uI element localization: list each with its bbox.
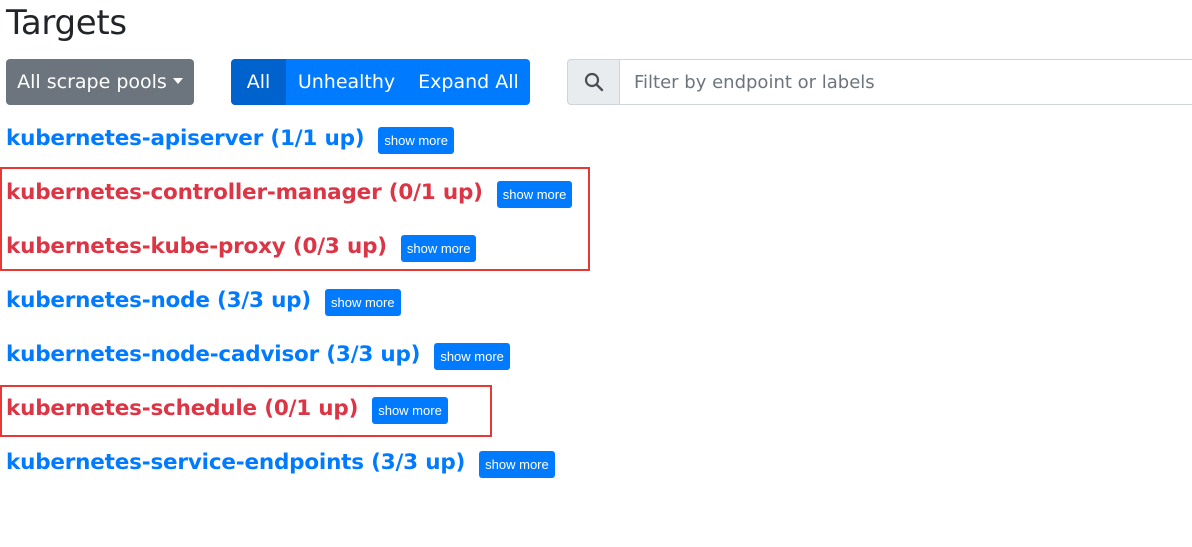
pool-row-node: kubernetes-node (3/3 up) show more — [6, 285, 401, 316]
scrape-pools-dropdown-label: All scrape pools — [17, 71, 167, 93]
caret-down-icon — [172, 78, 183, 84]
pool-name[interactable]: kubernetes-service-endpoints (3/3 up) — [6, 450, 465, 475]
highlight-box-schedule — [0, 385, 492, 437]
targets-page: Targets All scrape pools All Unhealthy E… — [0, 0, 1192, 547]
show-more-button[interactable]: show more — [479, 450, 555, 478]
pool-name[interactable]: kubernetes-node (3/3 up) — [6, 288, 311, 313]
toolbar: All scrape pools All Unhealthy Expand Al… — [6, 59, 1192, 106]
scrape-pools-dropdown[interactable]: All scrape pools — [6, 59, 194, 105]
filter-all-button[interactable]: All — [231, 59, 286, 105]
filter-unhealthy-button[interactable]: Unhealthy — [286, 59, 407, 105]
expand-all-button[interactable]: Expand All — [407, 59, 530, 105]
pool-row-service-endpoints: kubernetes-service-endpoints (3/3 up) sh… — [6, 447, 555, 478]
show-more-button[interactable]: show more — [325, 288, 401, 316]
filter-button-group: All Unhealthy Expand All — [231, 59, 530, 105]
search-group — [567, 59, 1192, 105]
show-more-button[interactable]: show more — [434, 342, 510, 370]
pool-name[interactable]: kubernetes-apiserver (1/1 up) — [6, 126, 365, 151]
show-more-button[interactable]: show more — [378, 126, 454, 154]
pool-name[interactable]: kubernetes-node-cadvisor (3/3 up) — [6, 342, 421, 367]
pool-row-apiserver: kubernetes-apiserver (1/1 up) show more — [6, 123, 454, 154]
highlight-box-down-pools — [0, 167, 590, 271]
search-icon — [567, 59, 619, 105]
search-input[interactable] — [619, 59, 1192, 105]
page-title: Targets — [6, 3, 127, 43]
pool-row-node-cadvisor: kubernetes-node-cadvisor (3/3 up) show m… — [6, 339, 510, 370]
